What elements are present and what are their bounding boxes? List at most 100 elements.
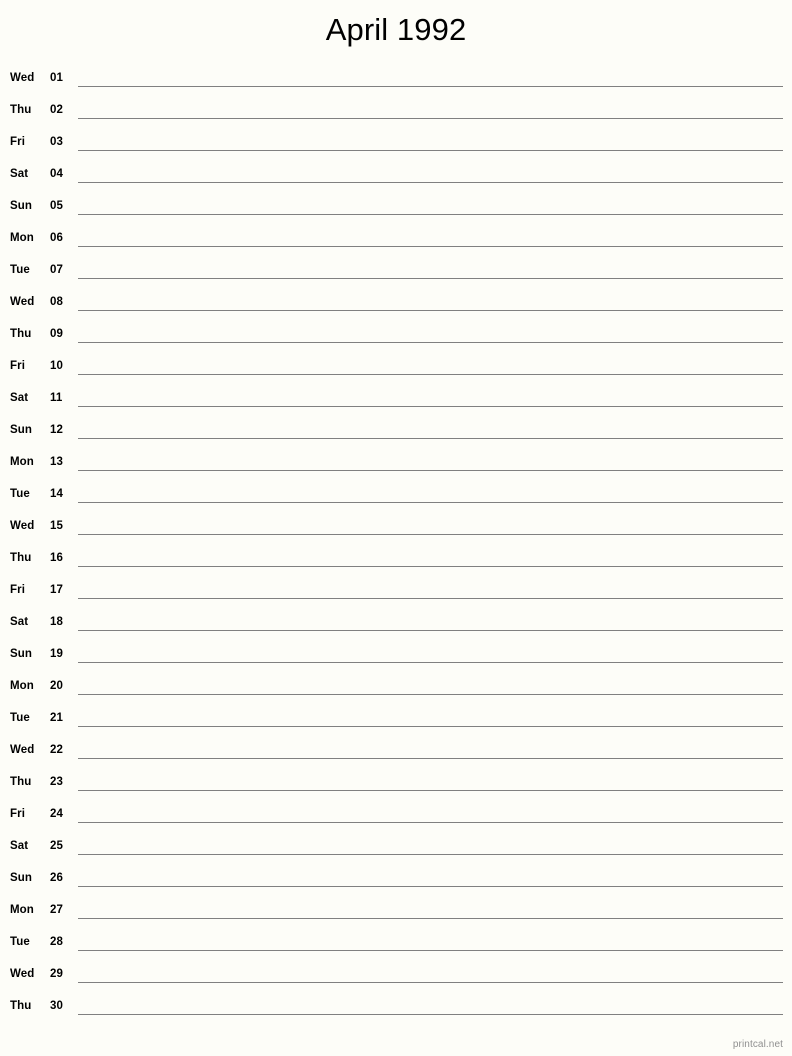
- day-of-week-label: Fri: [10, 136, 25, 148]
- day-of-week-label: Wed: [10, 968, 35, 980]
- day-row[interactable]: Tue 07: [0, 254, 792, 286]
- day-writing-line[interactable]: [78, 310, 783, 311]
- day-number-label: 12: [50, 424, 63, 436]
- day-row[interactable]: Sun 19: [0, 638, 792, 670]
- day-writing-line[interactable]: [78, 950, 783, 951]
- day-writing-line[interactable]: [78, 246, 783, 247]
- day-of-week-label: Sat: [10, 616, 29, 628]
- day-number-label: 08: [50, 296, 63, 308]
- day-writing-line[interactable]: [78, 118, 783, 119]
- day-number-label: 24: [50, 808, 63, 820]
- day-writing-line[interactable]: [78, 342, 783, 343]
- day-row[interactable]: Sat 11: [0, 382, 792, 414]
- day-writing-line[interactable]: [78, 662, 783, 663]
- day-writing-line[interactable]: [78, 150, 783, 151]
- day-row[interactable]: Tue 28: [0, 926, 792, 958]
- day-number-label: 10: [50, 360, 63, 372]
- day-writing-line[interactable]: [78, 374, 783, 375]
- day-number-label: 30: [50, 1000, 63, 1012]
- page-title: April 1992: [325, 12, 467, 47]
- day-of-week-label: Fri: [10, 584, 25, 596]
- day-row[interactable]: Thu 23: [0, 766, 792, 798]
- day-number-label: 28: [50, 936, 63, 948]
- day-writing-line[interactable]: [78, 278, 783, 279]
- day-of-week-label: Wed: [10, 744, 35, 756]
- day-writing-line[interactable]: [78, 438, 783, 439]
- day-number-label: 05: [50, 200, 63, 212]
- day-row[interactable]: Wed 01: [0, 62, 792, 94]
- day-row[interactable]: Sat 18: [0, 606, 792, 638]
- day-row[interactable]: Mon 27: [0, 894, 792, 926]
- day-row[interactable]: Fri 17: [0, 574, 792, 606]
- day-row[interactable]: Sat 25: [0, 830, 792, 862]
- day-number-label: 21: [50, 712, 63, 724]
- day-writing-line[interactable]: [78, 758, 783, 759]
- day-row[interactable]: Tue 14: [0, 478, 792, 510]
- day-writing-line[interactable]: [78, 790, 783, 791]
- day-number-label: 14: [50, 488, 63, 500]
- day-writing-line[interactable]: [78, 822, 783, 823]
- day-row[interactable]: Fri 24: [0, 798, 792, 830]
- day-row[interactable]: Fri 10: [0, 350, 792, 382]
- day-number-label: 18: [50, 616, 63, 628]
- day-number-label: 03: [50, 136, 63, 148]
- day-row[interactable]: Tue 21: [0, 702, 792, 734]
- day-writing-line[interactable]: [78, 502, 783, 503]
- day-writing-line[interactable]: [78, 182, 783, 183]
- day-row[interactable]: Thu 09: [0, 318, 792, 350]
- day-row[interactable]: Wed 22: [0, 734, 792, 766]
- day-row[interactable]: Wed 29: [0, 958, 792, 990]
- day-writing-line[interactable]: [78, 630, 783, 631]
- day-of-week-label: Sat: [10, 840, 29, 852]
- day-row[interactable]: Sun 26: [0, 862, 792, 894]
- day-of-week-label: Tue: [10, 936, 30, 948]
- day-of-week-label: Tue: [10, 488, 30, 500]
- day-of-week-label: Wed: [10, 520, 35, 532]
- day-number-label: 15: [50, 520, 63, 532]
- day-row[interactable]: Sun 05: [0, 190, 792, 222]
- day-row[interactable]: Thu 02: [0, 94, 792, 126]
- day-row[interactable]: Mon 13: [0, 446, 792, 478]
- day-writing-line[interactable]: [78, 598, 783, 599]
- day-writing-line[interactable]: [78, 534, 783, 535]
- day-of-week-label: Thu: [10, 776, 32, 788]
- day-row[interactable]: Mon 06: [0, 222, 792, 254]
- day-writing-line[interactable]: [78, 1014, 783, 1015]
- day-writing-line[interactable]: [78, 726, 783, 727]
- day-writing-line[interactable]: [78, 854, 783, 855]
- day-of-week-label: Mon: [10, 232, 34, 244]
- day-row[interactable]: Wed 15: [0, 510, 792, 542]
- day-number-label: 19: [50, 648, 63, 660]
- day-row[interactable]: Fri 03: [0, 126, 792, 158]
- day-writing-line[interactable]: [78, 566, 783, 567]
- day-number-label: 23: [50, 776, 63, 788]
- day-number-label: 29: [50, 968, 63, 980]
- day-of-week-label: Mon: [10, 456, 34, 468]
- day-writing-line[interactable]: [78, 982, 783, 983]
- day-number-label: 09: [50, 328, 63, 340]
- footer-brand: printcal.net: [732, 1039, 783, 1050]
- day-of-week-label: Fri: [10, 360, 25, 372]
- day-writing-line[interactable]: [78, 886, 783, 887]
- day-writing-line[interactable]: [78, 406, 783, 407]
- day-of-week-label: Thu: [10, 552, 32, 564]
- day-of-week-label: Thu: [10, 328, 32, 340]
- day-row[interactable]: Mon 20: [0, 670, 792, 702]
- day-writing-line[interactable]: [78, 918, 783, 919]
- day-of-week-label: Wed: [10, 72, 35, 84]
- day-writing-line[interactable]: [78, 214, 783, 215]
- day-row[interactable]: Wed 08: [0, 286, 792, 318]
- day-row[interactable]: Thu 16: [0, 542, 792, 574]
- day-of-week-label: Sun: [10, 200, 33, 212]
- day-row[interactable]: Thu 30: [0, 990, 792, 1022]
- day-number-label: 07: [50, 264, 63, 276]
- day-row[interactable]: Sun 12: [0, 414, 792, 446]
- day-number-label: 01: [50, 72, 63, 84]
- day-of-week-label: Mon: [10, 680, 34, 692]
- day-number-label: 17: [50, 584, 63, 596]
- day-row[interactable]: Sat 04: [0, 158, 792, 190]
- day-writing-line[interactable]: [78, 470, 783, 471]
- day-writing-line[interactable]: [78, 694, 783, 695]
- calendar-page: April 1992 Wed 01 Thu 02 Fri 03 Sat 04 Sun 05 Mon 0…: [0, 0, 792, 1056]
- day-writing-line[interactable]: [78, 86, 783, 87]
